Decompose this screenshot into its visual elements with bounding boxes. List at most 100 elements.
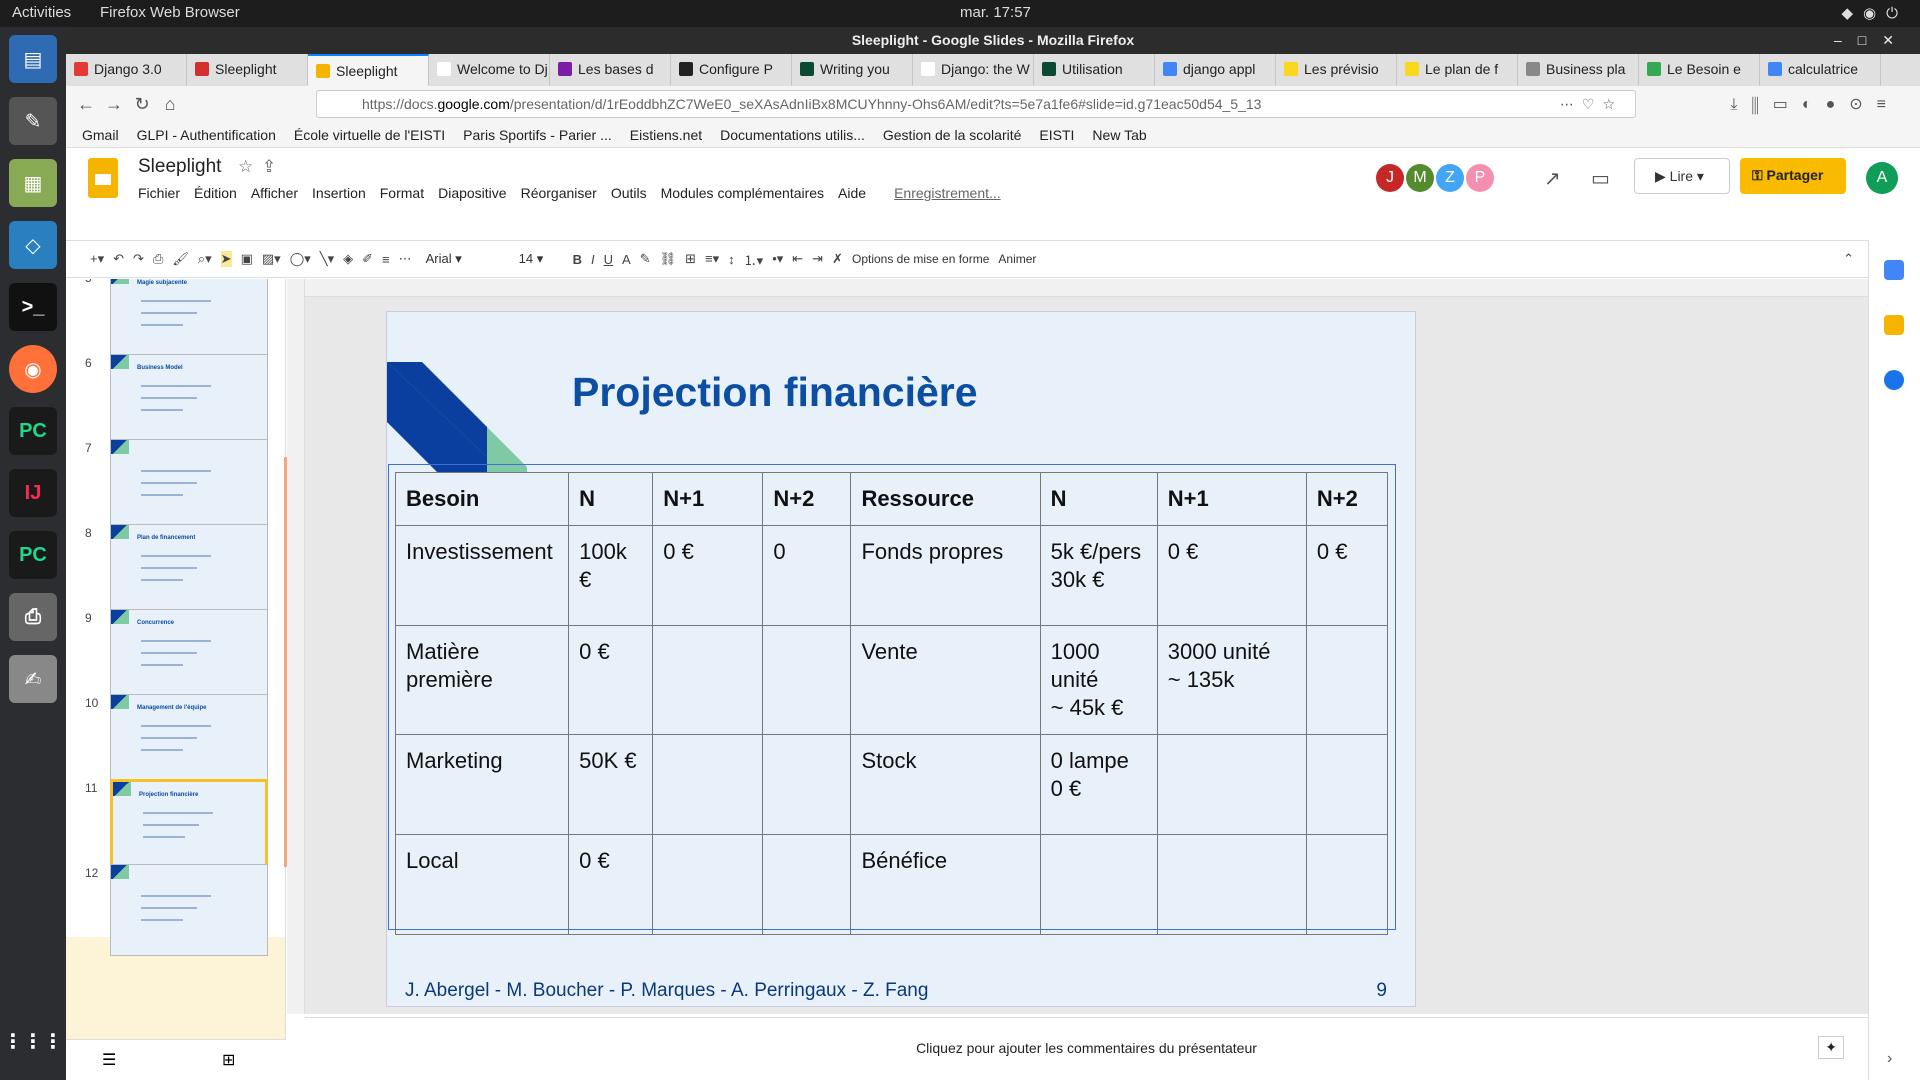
table-cell[interactable]: Investissement	[394, 525, 570, 626]
decrease-indent-icon[interactable]: ⇤	[792, 251, 803, 267]
browser-tab[interactable]: Business pla	[1518, 54, 1639, 86]
printer-icon[interactable]: ⎙	[9, 593, 57, 641]
slide-title[interactable]: Projection financière	[572, 369, 978, 416]
print-icon[interactable]: ⎙	[153, 251, 163, 267]
table-cell[interactable]: 0 €	[652, 525, 764, 626]
table-cell[interactable]: Bénéfice	[850, 834, 1041, 935]
reload-icon[interactable]: ↻	[128, 94, 156, 115]
table-cell[interactable]: Vente	[850, 625, 1041, 735]
menu-item[interactable]: Afficher	[251, 185, 298, 201]
border-color-icon[interactable]: ✐	[362, 251, 373, 267]
table-cell[interactable]: 0	[762, 525, 852, 626]
border-weight-icon[interactable]: ≡	[382, 252, 390, 267]
list-view-icon[interactable]: ☰	[102, 1050, 116, 1070]
writer-icon[interactable]: ▤	[9, 35, 57, 83]
table-cell[interactable]: Stock	[850, 734, 1041, 835]
firefox-icon[interactable]: ◉	[9, 345, 57, 393]
bookmark-item[interactable]: EISTI	[1039, 127, 1074, 143]
table-cell[interactable]: 3000 unité ~ 135k	[1156, 625, 1307, 735]
menu-item[interactable]: Réorganiser	[521, 185, 597, 201]
table-header-cell[interactable]: Ressource	[850, 472, 1041, 526]
table-header-cell[interactable]: N+2	[1305, 472, 1389, 526]
collaborator-avatar[interactable]: Z	[1436, 164, 1464, 192]
bookmark-item[interactable]: École virtuelle de l'EISTI	[294, 127, 445, 143]
table-cell[interactable]: 1000 unité ~ 45k €	[1039, 625, 1158, 735]
shape-icon[interactable]: ◯▾	[290, 251, 311, 267]
url-bar[interactable]: https://docs.google.com/presentation/d/1…	[316, 90, 1636, 118]
browser-tab[interactable]: Writing you	[792, 54, 913, 86]
activities-button[interactable]: Activities	[12, 4, 71, 21]
explore-icon[interactable]: ✦	[1818, 1036, 1844, 1059]
financial-table[interactable]: Besoin N N+1 N+2 Ressource N N+1 N+2 Investissem…	[394, 472, 1389, 935]
table-cell[interactable]: Fonds propres	[850, 525, 1041, 626]
slide-footer-authors[interactable]: J. Abergel - M. Boucher - P. Marques - A…	[405, 980, 928, 1002]
align-icon[interactable]: ≡▾	[705, 251, 719, 267]
virtualbox-icon[interactable]: ◇	[9, 221, 57, 269]
comment-icon[interactable]: ⊞	[685, 251, 696, 267]
bulleted-list-icon[interactable]: •▾	[772, 251, 783, 267]
window-controls[interactable]: –□✕	[1834, 27, 1910, 54]
menu-item[interactable]: Aide	[838, 185, 866, 201]
collaborator-avatar[interactable]: P	[1466, 164, 1494, 192]
table-cell[interactable]: 0 €	[568, 834, 654, 935]
pycharm-icon-2[interactable]: PC	[9, 531, 57, 579]
new-slide-icon[interactable]: +▾	[90, 251, 104, 267]
activity-icon[interactable]: ↗	[1544, 166, 1561, 191]
editor-icon[interactable]: ✎	[9, 97, 57, 145]
clear-format-icon[interactable]: ✗	[832, 251, 843, 267]
table-cell[interactable]: 50K €	[568, 734, 654, 835]
present-button[interactable]: ▶ Lire ▾	[1634, 158, 1730, 194]
fill-color-icon[interactable]: ◈	[343, 251, 353, 267]
clock[interactable]: mar. 17:57	[960, 4, 1031, 21]
menu-item[interactable]: Fichier	[138, 185, 180, 201]
table-cell[interactable]	[652, 834, 764, 935]
browser-tab[interactable]: Les prévisio	[1276, 54, 1397, 86]
save-status[interactable]: Enregistrement...	[894, 185, 1001, 201]
table-header-cell[interactable]: N+2	[762, 472, 852, 526]
slide-thumbnail[interactable]: Concurrence	[110, 609, 268, 701]
italic-icon[interactable]: I	[591, 252, 595, 267]
slide-thumbnail[interactable]: Management de l'équipe	[110, 694, 268, 786]
browser-tab[interactable]: Django 3.0	[66, 54, 187, 86]
table-cell[interactable]	[1305, 734, 1389, 835]
table-cell[interactable]: 0 €	[1156, 525, 1307, 626]
move-to-drive-icon[interactable]: ⇪	[262, 157, 276, 177]
line-spacing-icon[interactable]: ↕	[728, 252, 735, 267]
underline-icon[interactable]: U	[604, 252, 613, 267]
browser-tab[interactable]: django appl	[1155, 54, 1276, 86]
speaker-notes[interactable]: Cliquez pour ajouter les commentaires du…	[305, 1017, 1868, 1080]
vertical-ruler[interactable]	[287, 279, 305, 1014]
redo-icon[interactable]: ↷	[133, 251, 144, 267]
comments-icon[interactable]: ▭	[1591, 166, 1610, 191]
table-header-cell[interactable]: N+1	[1156, 472, 1307, 526]
files-icon[interactable]: ▦	[9, 159, 57, 207]
menu-item[interactable]: Édition	[194, 185, 237, 201]
font-size-select[interactable]: 14 ▾	[514, 248, 564, 270]
horizontal-ruler[interactable]	[305, 279, 1868, 297]
browser-tab[interactable]: Sleeplight	[308, 54, 429, 86]
table-cell[interactable]: 5k €/pers 30k €	[1039, 525, 1158, 626]
menu-item[interactable]: Modules complémentaires	[661, 185, 824, 201]
paint-format-icon[interactable]: 🖌	[172, 251, 189, 267]
menu-item[interactable]: Format	[380, 185, 424, 201]
font-select[interactable]: Arial ▾	[421, 248, 505, 270]
browser-tab[interactable]: calculatrice	[1760, 54, 1881, 86]
url-actions-icon[interactable]: ⋯♡☆	[1560, 96, 1623, 113]
slide-thumbnail[interactable]	[110, 439, 268, 531]
table-cell[interactable]	[762, 625, 852, 735]
menu-item[interactable]: Diapositive	[438, 185, 506, 201]
line-icon[interactable]: ╲▾	[320, 251, 334, 267]
bold-icon[interactable]: B	[573, 252, 582, 267]
keep-icon[interactable]	[1884, 315, 1904, 335]
system-tray-icons[interactable]: ◆◉⏻	[1842, 4, 1909, 22]
terminal-icon[interactable]: >_	[9, 283, 57, 331]
slide-page-number[interactable]: 9	[1376, 980, 1387, 1002]
star-icon[interactable]: ☆	[238, 157, 253, 177]
slide-thumbnail[interactable]	[110, 864, 268, 956]
table-cell[interactable]	[1156, 834, 1307, 935]
menu-item[interactable]: Outils	[611, 185, 647, 201]
pycharm-icon[interactable]: PC	[9, 407, 57, 455]
browser-tab[interactable]: Les bases d	[550, 54, 671, 86]
forward-icon[interactable]: →	[100, 94, 128, 115]
share-button[interactable]: ⚿ Partager	[1740, 158, 1846, 194]
